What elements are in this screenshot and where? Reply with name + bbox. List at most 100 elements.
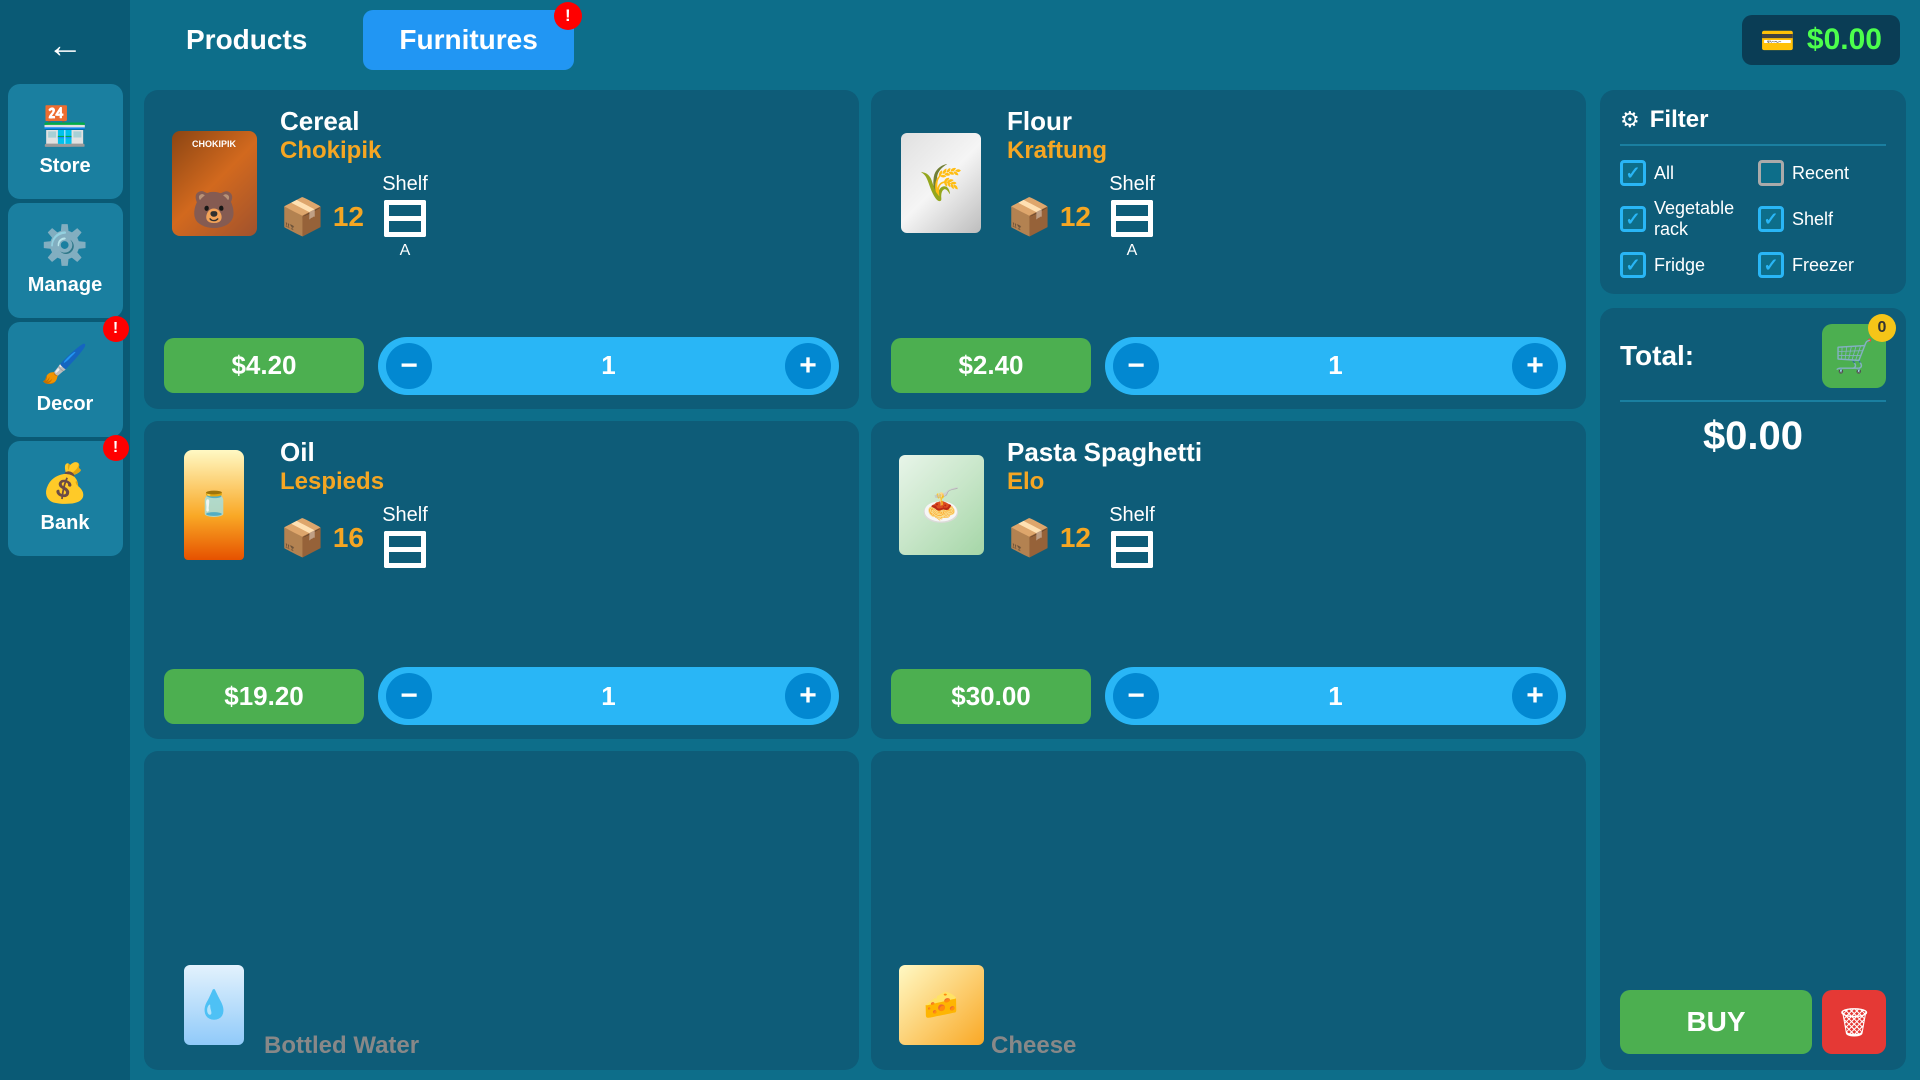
- cart-actions: BUY 🗑: [1620, 990, 1886, 1054]
- trash-button[interactable]: 🗑: [1822, 990, 1886, 1054]
- buy-button[interactable]: BUY: [1620, 990, 1812, 1054]
- oil-meta: 📦 16 Shelf: [280, 504, 839, 573]
- filter-header: ⚙ Filter: [1620, 106, 1886, 146]
- pasta-plus-button[interactable]: +: [1512, 673, 1558, 719]
- cart-header: Total: 🛒 0: [1620, 324, 1886, 388]
- topbar: Products Furnitures ! 💳 $0.00: [130, 0, 1920, 80]
- filter-item-freezer[interactable]: Freezer: [1758, 252, 1886, 278]
- filter-item-shelf[interactable]: Shelf: [1758, 198, 1886, 240]
- sidebar: ← 🏪 Store ⚙️ Manage ! 🖌️ Decor ! 💰 Bank: [0, 0, 130, 1080]
- cereal-minus-button[interactable]: −: [386, 343, 432, 389]
- filter-item-all[interactable]: All: [1620, 160, 1748, 186]
- bank-icon: 💰: [41, 462, 88, 506]
- sidebar-item-bank[interactable]: ! 💰 Bank: [8, 441, 123, 556]
- money-icon: 💳: [1760, 24, 1795, 57]
- cereal-plus-button[interactable]: +: [785, 343, 831, 389]
- oil-img: 🫙: [184, 450, 244, 560]
- pasta-image: 🍝: [891, 450, 991, 560]
- main-area: Products Furnitures ! 💳 $0.00 Cereal: [130, 0, 1920, 1080]
- shelf-icon: [382, 196, 428, 242]
- cheese-img: 🧀: [899, 965, 984, 1045]
- cart-icon-wrap: 🛒 0: [1822, 324, 1886, 388]
- money-display: 💳 $0.00: [1742, 15, 1900, 65]
- box-icon-pasta: 📦: [1007, 517, 1052, 559]
- sidebar-item-decor[interactable]: ! 🖌️ Decor: [8, 322, 123, 437]
- decor-badge: !: [103, 316, 129, 342]
- filter-icon: ⚙: [1620, 107, 1640, 133]
- box-icon-oil: 📦: [280, 517, 325, 559]
- product-card-oil: 🫙 Oil Lespieds 📦 16 Shelf: [144, 421, 859, 740]
- filter-checkbox-recent[interactable]: [1758, 160, 1784, 186]
- store-icon: 🏪: [41, 105, 88, 149]
- flour-qty: 📦 12: [1007, 196, 1091, 238]
- flour-info: Flour Kraftung 📦 12 Shelf: [1007, 106, 1566, 260]
- pasta-minus-button[interactable]: −: [1113, 673, 1159, 719]
- cereal-info: Cereal Chokipik 📦 12 Shelf: [280, 106, 839, 260]
- cart-badge: 0: [1868, 314, 1896, 342]
- pasta-img: 🍝: [899, 455, 984, 555]
- oil-info: Oil Lespieds 📦 16 Shelf: [280, 437, 839, 573]
- cereal-qty-control: − 1 +: [378, 337, 839, 395]
- filter-item-vegrack[interactable]: Vegetable rack: [1620, 198, 1748, 240]
- pasta-qty-control: − 1 +: [1105, 667, 1566, 725]
- pasta-info: Pasta Spaghetti Elo 📦 12 Shelf: [1007, 437, 1566, 573]
- flour-minus-button[interactable]: −: [1113, 343, 1159, 389]
- filter-item-recent[interactable]: Recent: [1758, 160, 1886, 186]
- cereal-bottom: $4.20 − 1 +: [164, 337, 839, 395]
- products-grid: Cereal Chokipik 📦 12 Shelf: [144, 90, 1586, 1070]
- oil-shelf: Shelf: [382, 504, 428, 573]
- oil-bottom: $19.20 − 1 +: [164, 667, 839, 725]
- shelf-icon-flour: [1109, 196, 1155, 242]
- back-arrow-icon: ←: [47, 24, 83, 66]
- box-icon: 📦: [280, 196, 325, 238]
- flour-meta: 📦 12 Shelf: [1007, 173, 1566, 260]
- filter-section: ⚙ Filter All Recent Vegetable rack: [1600, 90, 1906, 294]
- cereal-price-button[interactable]: $4.20: [164, 338, 364, 393]
- cereal-image: [164, 128, 264, 238]
- tab-furnitures[interactable]: Furnitures !: [363, 10, 573, 70]
- filter-item-fridge[interactable]: Fridge: [1620, 252, 1748, 278]
- back-button[interactable]: ←: [0, 10, 130, 80]
- cart-total-amount: $0.00: [1620, 414, 1886, 459]
- cheese-image: 🧀: [891, 950, 991, 1060]
- box-icon-flour: 📦: [1007, 196, 1052, 238]
- pasta-meta: 📦 12 Shelf: [1007, 504, 1566, 573]
- sidebar-item-store[interactable]: 🏪 Store: [8, 84, 123, 199]
- cereal-meta: 📦 12 Shelf: [280, 173, 839, 260]
- shelf-icon-oil: [382, 527, 428, 573]
- flour-qty-control: − 1 +: [1105, 337, 1566, 395]
- cart-divider: [1620, 400, 1886, 402]
- oil-minus-button[interactable]: −: [386, 673, 432, 719]
- flour-img: 🌾: [901, 133, 981, 233]
- cereal-qty: 📦 12: [280, 196, 364, 238]
- oil-qty: 📦 16: [280, 517, 364, 559]
- product-top-flour: 🌾 Flour Kraftung 📦 12 Shelf: [891, 106, 1566, 260]
- oil-image: 🫙: [164, 450, 264, 560]
- flour-image: 🌾: [891, 128, 991, 238]
- water-img: 💧: [184, 965, 244, 1045]
- flour-bottom: $2.40 − 1 +: [891, 337, 1566, 395]
- content-area: Cereal Chokipik 📦 12 Shelf: [130, 80, 1920, 1080]
- filter-checkbox-fridge[interactable]: [1620, 252, 1646, 278]
- pasta-shelf: Shelf: [1109, 504, 1155, 573]
- furnitures-tab-badge: !: [554, 2, 582, 30]
- product-card-bottled-water: 💧 Bottled Water: [144, 751, 859, 1070]
- oil-plus-button[interactable]: +: [785, 673, 831, 719]
- cart-section: Total: 🛒 0 $0.00 BUY 🗑: [1600, 308, 1906, 1070]
- decor-icon: 🖌️: [41, 343, 88, 387]
- product-top-oil: 🫙 Oil Lespieds 📦 16 Shelf: [164, 437, 839, 573]
- sidebar-item-manage[interactable]: ⚙️ Manage: [8, 203, 123, 318]
- product-card-pasta: 🍝 Pasta Spaghetti Elo 📦 12 Shelf: [871, 421, 1586, 740]
- product-top-pasta: 🍝 Pasta Spaghetti Elo 📦 12 Shelf: [891, 437, 1566, 573]
- flour-price-button[interactable]: $2.40: [891, 338, 1091, 393]
- filter-checkbox-shelf[interactable]: [1758, 206, 1784, 232]
- oil-price-button[interactable]: $19.20: [164, 669, 364, 724]
- pasta-price-button[interactable]: $30.00: [891, 669, 1091, 724]
- manage-icon: ⚙️: [41, 224, 88, 268]
- tab-products[interactable]: Products: [150, 10, 343, 70]
- filter-checkbox-vegrack[interactable]: [1620, 206, 1646, 232]
- filter-checkbox-all[interactable]: [1620, 160, 1646, 186]
- filter-checkbox-freezer[interactable]: [1758, 252, 1784, 278]
- filter-grid: All Recent Vegetable rack Shelf: [1620, 160, 1886, 278]
- flour-plus-button[interactable]: +: [1512, 343, 1558, 389]
